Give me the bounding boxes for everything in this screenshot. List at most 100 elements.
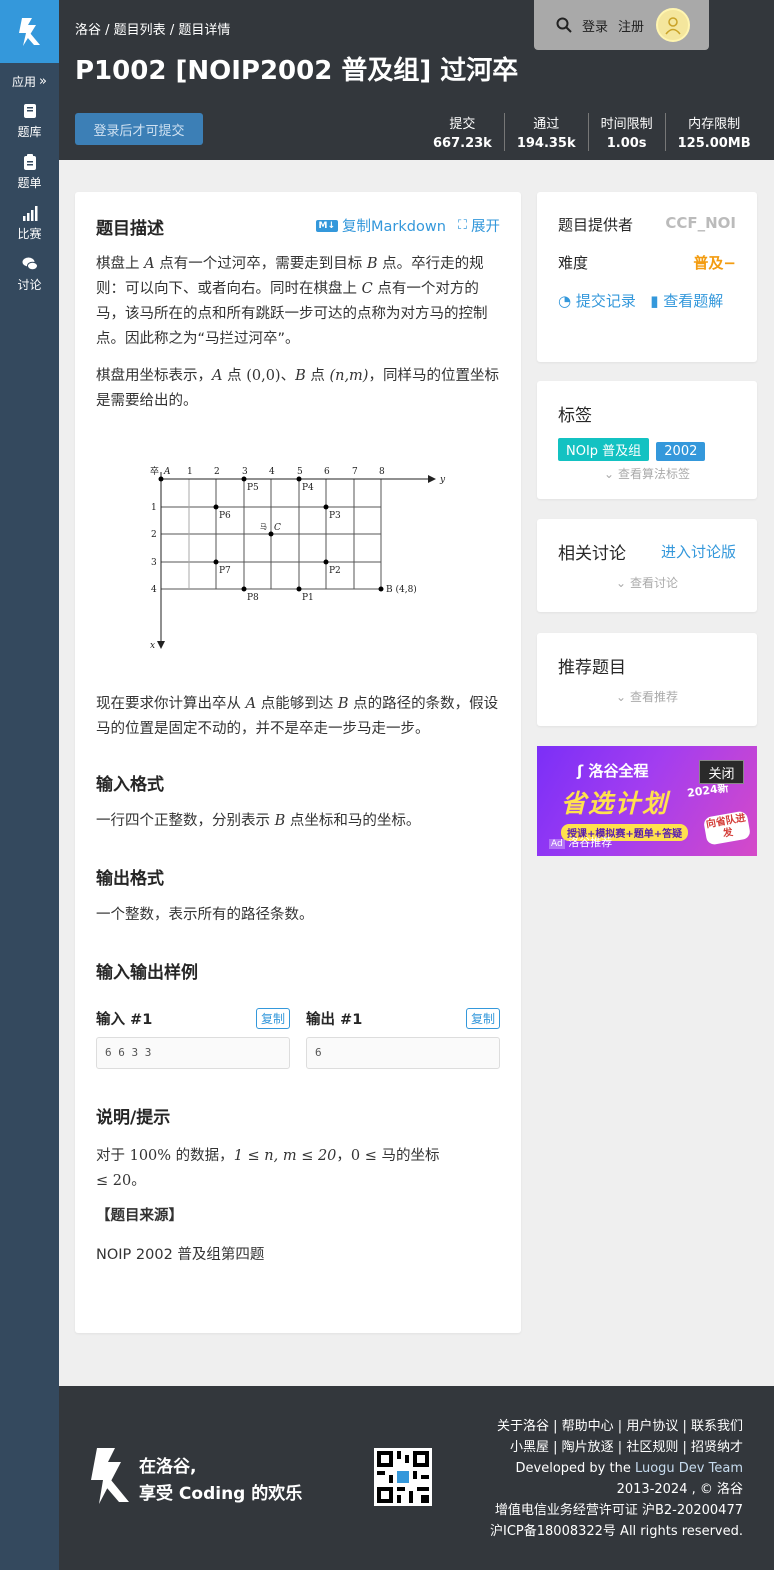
comments-icon	[22, 257, 38, 271]
ad-brand: ʃ 洛谷全程	[577, 760, 648, 781]
stat-label: 时间限制	[600, 117, 653, 132]
ad-banner[interactable]: ʃ 洛谷全程 省选计划 2024新 关闭 授课+模拟赛+题单+答疑 向省队进发 …	[537, 746, 757, 856]
col-label: 8	[379, 467, 385, 477]
text: 点坐标和马的坐标。	[285, 813, 421, 829]
figure-c-label: C	[274, 523, 281, 533]
row-label: 1	[151, 503, 157, 513]
point-label: P2	[329, 566, 341, 576]
text: 。	[131, 1173, 146, 1189]
stat-value: 667.23k	[433, 136, 492, 151]
recommend-card: 推荐题目 ⌄ 查看推荐	[537, 633, 757, 726]
math-var: B	[295, 368, 306, 384]
expand-button[interactable]: 展开	[471, 215, 500, 236]
text: 一行四个正整数，分别表示	[96, 813, 275, 829]
stat-label: 通过	[533, 117, 560, 132]
search-icon[interactable]	[556, 17, 572, 33]
enter-discussion-link[interactable]: 进入讨论版	[661, 541, 736, 562]
ad-label-text: 洛谷推荐	[568, 836, 613, 849]
sample-input-code[interactable]: 6 6 3 3	[96, 1037, 290, 1069]
text: 对于	[96, 1148, 130, 1164]
math-var: B	[337, 696, 349, 712]
provider-name[interactable]: CCF_NOI	[665, 214, 736, 235]
discussion-heading: 相关讨论	[558, 544, 626, 564]
breadcrumb-link-luogu[interactable]: 洛谷	[75, 23, 101, 38]
book-icon: ▮	[650, 292, 659, 310]
footer-link-rules[interactable]: 社区规则	[626, 1440, 678, 1455]
sidebar-item-training[interactable]: 题单	[0, 154, 59, 191]
tag-year[interactable]: 2002	[656, 442, 706, 461]
text: 棋盘上	[96, 256, 145, 272]
sidebar-item-label: 题单	[17, 176, 42, 190]
math-var: 0 ≤	[350, 1148, 382, 1164]
ad-badge: 向省队进发	[702, 810, 752, 846]
pie-chart-icon: ◔	[558, 292, 572, 310]
view-solutions-link[interactable]: 查看题解	[663, 292, 723, 310]
sample-input: 输入 #1 复制 6 6 3 3	[96, 1007, 290, 1069]
output-format-text: 一个整数，表示所有的路径条数。	[96, 907, 314, 923]
footer-link-about[interactable]: 关于洛谷	[497, 1419, 549, 1434]
footer-link-contact[interactable]: 联系我们	[691, 1419, 743, 1434]
submission-records-link[interactable]: 提交记录	[576, 292, 636, 310]
ad-brand-text: 洛谷全程	[588, 762, 649, 780]
copy-output-button[interactable]: 复制	[465, 1007, 500, 1029]
footer-link-help[interactable]: 帮助中心	[562, 1419, 614, 1434]
page-title: P1002 [NOIP2002 普及组] 过河卒	[75, 56, 519, 86]
math-var: (n,m)	[329, 368, 369, 384]
figure-b-label: B (4,8)	[386, 584, 417, 595]
breadcrumb: 洛谷 / 题目列表 / 题目详情	[75, 23, 231, 38]
copy-input-button[interactable]: 复制	[255, 1007, 290, 1029]
submit-button[interactable]: 登录后才可提交	[75, 113, 203, 145]
stat-label: 提交	[449, 117, 476, 132]
show-discussions[interactable]: ⌄ 查看讨论	[558, 574, 736, 591]
col-label: 4	[269, 467, 275, 477]
sidebar-item-contest[interactable]: 比赛	[0, 205, 59, 242]
text: 点	[222, 368, 247, 384]
row-label: 4	[151, 585, 157, 595]
ad-close-button[interactable]: 关闭	[699, 760, 744, 784]
tag-noip[interactable]: NOIp 普及组	[558, 438, 650, 461]
figure-y-axis: y	[439, 475, 446, 485]
sample-output-code[interactable]: 6	[306, 1037, 500, 1069]
ad-tag: Ad	[549, 839, 565, 849]
footer-link-ostracism[interactable]: 陶片放逐	[562, 1440, 614, 1455]
math-var: A	[144, 256, 155, 272]
chevron-down-icon: ⌄	[616, 690, 627, 704]
row-label: 2	[151, 530, 157, 540]
footer-link-terms[interactable]: 用户协议	[626, 1419, 678, 1434]
sidebar-item-label: 题库	[17, 125, 42, 139]
avatar[interactable]	[656, 8, 691, 42]
luogu-logo[interactable]	[0, 0, 59, 63]
footer-link-jobs[interactable]: 招贤纳才	[691, 1440, 743, 1455]
ad-label: Ad 洛谷推荐	[549, 834, 612, 850]
luogu-logo-icon	[18, 17, 40, 46]
show-algorithm-tags[interactable]: ⌄ 查看算法标签	[558, 465, 736, 482]
footer-icp[interactable]: 沪ICP备18008322号 All rights reserved.	[490, 1521, 743, 1542]
sample-output: 输出 #1 复制 6	[306, 1007, 500, 1069]
footer-dev-team-link[interactable]: Luogu Dev Team	[635, 1461, 743, 1476]
sidebar-item-problems[interactable]: 题库	[0, 103, 59, 140]
show-recommendations[interactable]: ⌄ 查看推荐	[558, 688, 736, 705]
stat-accepted: 通过 194.35k	[503, 113, 588, 151]
footer-dev-prefix: Developed by the	[515, 1461, 635, 1476]
login-link[interactable]: 登录	[582, 16, 608, 35]
ad-close-label: 关闭	[708, 766, 735, 782]
text: 点	[305, 368, 330, 384]
sidebar-item-discuss[interactable]: 讨论	[0, 256, 59, 293]
problem-info-card: 题目提供者 CCF_NOI 难度 普及− ◔ 提交记录 ▮ 查看题解	[537, 192, 757, 362]
sample-input-label: 输入 #1	[96, 1011, 153, 1028]
footer-link-blackroom[interactable]: 小黑屋	[510, 1440, 549, 1455]
clipboard-icon	[23, 154, 36, 170]
math-var: A	[245, 696, 257, 712]
stat-time-limit: 时间限制 1.00s	[587, 113, 665, 151]
copy-markdown-button[interactable]: 复制Markdown	[342, 215, 446, 236]
qr-code	[374, 1448, 432, 1506]
breadcrumb-link-problem-list[interactable]: 题目列表	[114, 23, 166, 38]
book-icon	[23, 104, 36, 118]
user-nav: 登录 注册	[534, 0, 709, 50]
sidebar-apps-toggle[interactable]: 应用 »	[0, 67, 59, 95]
col-label: 2	[214, 467, 220, 477]
footer-license[interactable]: 增值电信业务经营许可证 沪B2-20200477	[490, 1500, 743, 1521]
point-label: P3	[329, 511, 341, 521]
register-link[interactable]: 注册	[618, 16, 644, 35]
math-var: B	[274, 813, 286, 829]
